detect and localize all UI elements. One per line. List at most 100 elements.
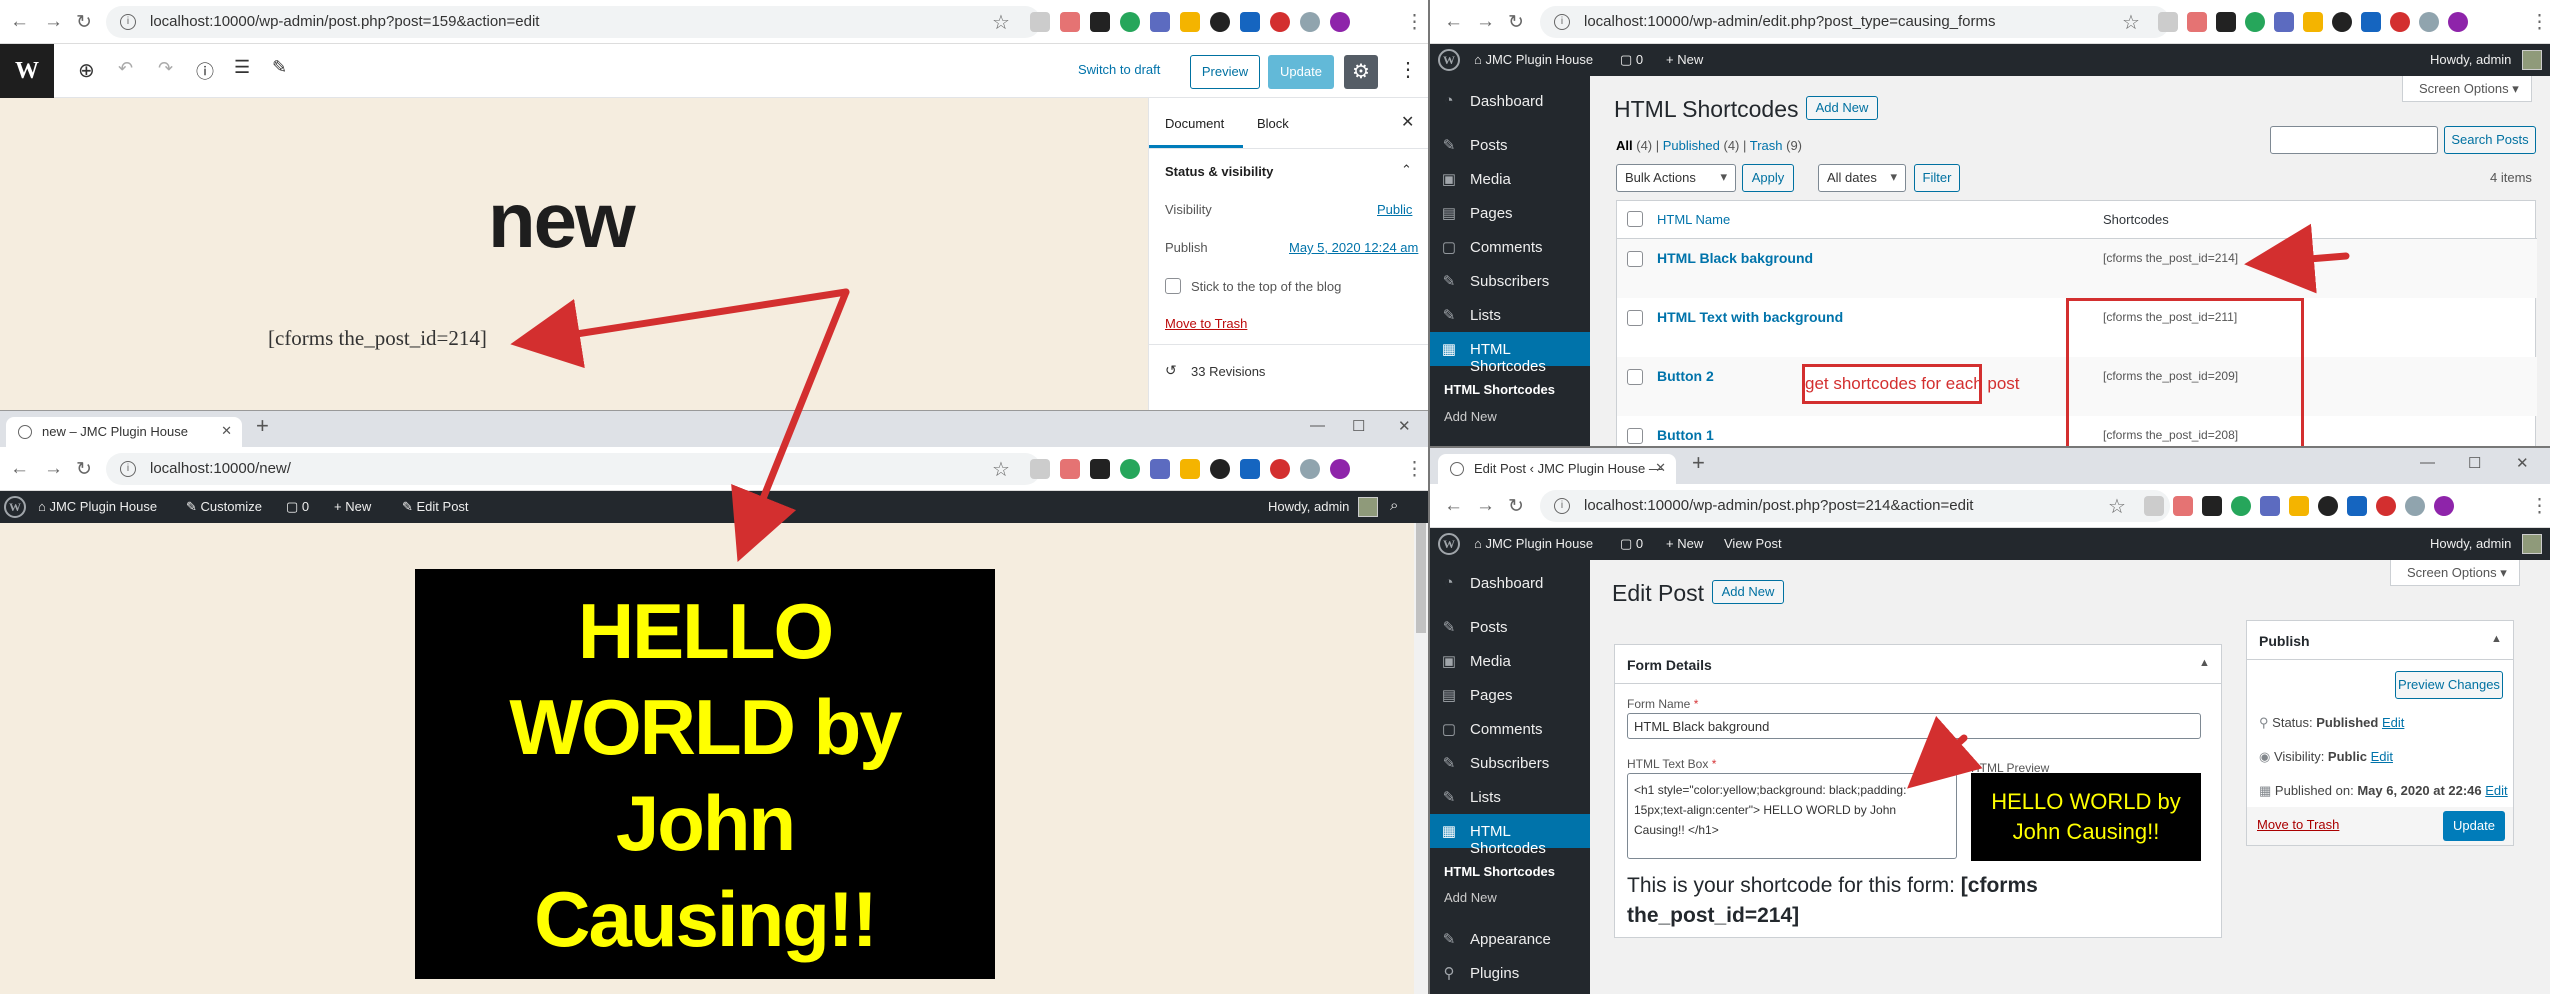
extension-icon[interactable] <box>1090 12 1110 32</box>
row-name-link[interactable]: Button 1 <box>1657 427 1714 443</box>
wp-logo-icon[interactable]: W <box>1438 49 1460 71</box>
menu-html-shortcodes[interactable]: ▦ HTML Shortcodes <box>1430 332 1590 375</box>
howdy-admin[interactable]: Howdy, admin <box>2430 52 2511 67</box>
menu-pages[interactable]: ▤ Pages <box>1430 196 1590 230</box>
extension-icon[interactable] <box>1240 12 1260 32</box>
outline-icon[interactable]: ☰ <box>234 57 250 78</box>
forward-icon[interactable]: → <box>1476 495 1495 517</box>
status-visibility-heading[interactable]: Status & visibility <box>1165 164 1273 179</box>
filter-all[interactable]: All <box>1616 138 1633 153</box>
extension-icon[interactable] <box>1030 459 1050 479</box>
filter-published[interactable]: Published <box>1663 138 1720 153</box>
extension-icon[interactable] <box>1240 459 1260 479</box>
extension-icon[interactable] <box>1210 12 1230 32</box>
maximize-icon[interactable]: ☐ <box>1352 417 1365 435</box>
wp-logo-icon[interactable]: W <box>1438 533 1460 555</box>
avatar[interactable] <box>2522 534 2542 554</box>
edit-tab[interactable]: Edit Post ‹ JMC Plugin House — ✕ <box>1438 454 1676 484</box>
info-icon[interactable]: ⓘ <box>196 58 214 84</box>
extension-icon[interactable] <box>2274 12 2294 32</box>
extension-icon[interactable] <box>2434 496 2454 516</box>
extension-icon[interactable] <box>1270 459 1290 479</box>
wp-logo-icon[interactable]: W <box>0 44 54 98</box>
move-to-trash-link[interactable]: Move to Trash <box>2257 817 2339 832</box>
menu-pages[interactable]: ▤ Pages <box>1430 678 1590 712</box>
menu-subscribers[interactable]: ✎ Subscribers <box>1430 264 1590 298</box>
submenu-html-shortcodes[interactable]: HTML Shortcodes <box>1444 382 1555 397</box>
maximize-icon[interactable]: ☐ <box>2468 454 2481 472</box>
extension-icon[interactable] <box>2231 496 2251 516</box>
menu-appearance[interactable]: ✎ Appearance <box>1430 922 1590 956</box>
extension-icon[interactable] <box>2318 496 2338 516</box>
published-edit-link[interactable]: Edit <box>2485 783 2507 798</box>
extension-icon[interactable] <box>2332 12 2352 32</box>
search-input[interactable] <box>2270 126 2438 154</box>
menu-posts[interactable]: ✎ Posts <box>1430 128 1590 162</box>
extension-icon[interactable] <box>1180 12 1200 32</box>
comments-link[interactable]: ▢ 0 <box>286 499 309 515</box>
tools-pencil-icon[interactable]: ✎ <box>272 57 287 78</box>
extension-icon[interactable] <box>2173 496 2193 516</box>
undo-icon[interactable]: ↶ <box>118 58 133 79</box>
extension-icon[interactable] <box>1120 459 1140 479</box>
redo-icon[interactable]: ↷ <box>158 58 173 79</box>
tab-document[interactable]: Document <box>1165 116 1224 131</box>
screen-options-button[interactable]: Screen Options ▾ <box>2390 560 2520 586</box>
back-icon[interactable]: ← <box>1444 11 1463 33</box>
extension-icon[interactable] <box>2419 12 2439 32</box>
close-tab-icon[interactable]: ✕ <box>1655 460 1666 476</box>
collapse-icon[interactable]: ▲ <box>2491 633 2502 645</box>
menu-plugins[interactable]: ⚲ Plugins <box>1430 956 1590 990</box>
extension-icon[interactable] <box>1150 12 1170 32</box>
update-button[interactable]: Update <box>1268 55 1334 89</box>
visibility-edit-link[interactable]: Edit <box>2371 749 2393 764</box>
new-link[interactable]: + New <box>334 499 371 514</box>
scrollbar-thumb[interactable] <box>1416 523 1426 633</box>
post-title[interactable]: new <box>488 175 636 266</box>
row-name-link[interactable]: HTML Black bakground <box>1657 250 1813 266</box>
extension-icon[interactable] <box>2289 496 2309 516</box>
row-checkbox[interactable] <box>1627 369 1643 385</box>
reload-icon[interactable]: ↻ <box>1508 11 1524 34</box>
menu-comments[interactable]: ▢ Comments <box>1430 712 1590 746</box>
extension-icon[interactable] <box>1120 12 1140 32</box>
extension-icon[interactable] <box>1180 459 1200 479</box>
extension-icon[interactable] <box>1150 459 1170 479</box>
submenu-add-new[interactable]: Add New <box>1444 409 1497 424</box>
browser-menu-icon[interactable]: ⋮ <box>2530 11 2549 34</box>
close-icon[interactable]: ✕ <box>1401 112 1414 132</box>
extension-icon[interactable] <box>2361 12 2381 32</box>
wp-logo-icon[interactable]: W <box>4 496 26 518</box>
menu-media[interactable]: ▣ Media <box>1430 162 1590 196</box>
tab-block[interactable]: Block <box>1257 116 1289 131</box>
update-button[interactable]: Update <box>2443 811 2505 841</box>
extension-icon[interactable] <box>2216 12 2236 32</box>
publish-date[interactable]: May 5, 2020 12:24 am <box>1289 240 1418 255</box>
editor-address-bar[interactable]: i localhost:10000/wp-admin/post.php?post… <box>106 6 1041 38</box>
menu-media[interactable]: ▣ Media <box>1430 644 1590 678</box>
back-icon[interactable]: ← <box>10 458 29 480</box>
menu-comments[interactable]: ▢ Comments <box>1430 230 1590 264</box>
status-edit-link[interactable]: Edit <box>2382 715 2404 730</box>
extension-icon[interactable] <box>1330 459 1350 479</box>
extension-icon[interactable] <box>1300 459 1320 479</box>
site-name-link[interactable]: ⌂ JMC Plugin House <box>38 499 157 514</box>
visibility-value[interactable]: Public <box>1377 202 1412 217</box>
view-post-link[interactable]: View Post <box>1724 536 1782 551</box>
html-textbox[interactable]: <h1 style="color:yellow;background: blac… <box>1627 773 1957 859</box>
back-icon[interactable]: ← <box>1444 495 1463 517</box>
menu-subscribers[interactable]: ✎ Subscribers <box>1430 746 1590 780</box>
extension-icon[interactable] <box>1060 12 1080 32</box>
stick-checkbox[interactable] <box>1165 278 1181 294</box>
row-checkbox[interactable] <box>1627 310 1643 326</box>
filter-trash[interactable]: Trash <box>1750 138 1783 153</box>
shortcode-block[interactable]: [cforms the_post_id=214] <box>268 326 487 351</box>
preview-changes-button[interactable]: Preview Changes <box>2395 671 2503 699</box>
reload-icon[interactable]: ↻ <box>1508 495 1524 518</box>
all-dates-select[interactable]: All dates <box>1818 164 1906 192</box>
add-block-icon[interactable]: ⊕ <box>78 58 95 83</box>
extension-icon[interactable] <box>2376 496 2396 516</box>
scrollbar[interactable] <box>1414 523 1428 994</box>
extension-icon[interactable] <box>1210 459 1230 479</box>
minimize-icon[interactable]: — <box>2420 454 2435 471</box>
